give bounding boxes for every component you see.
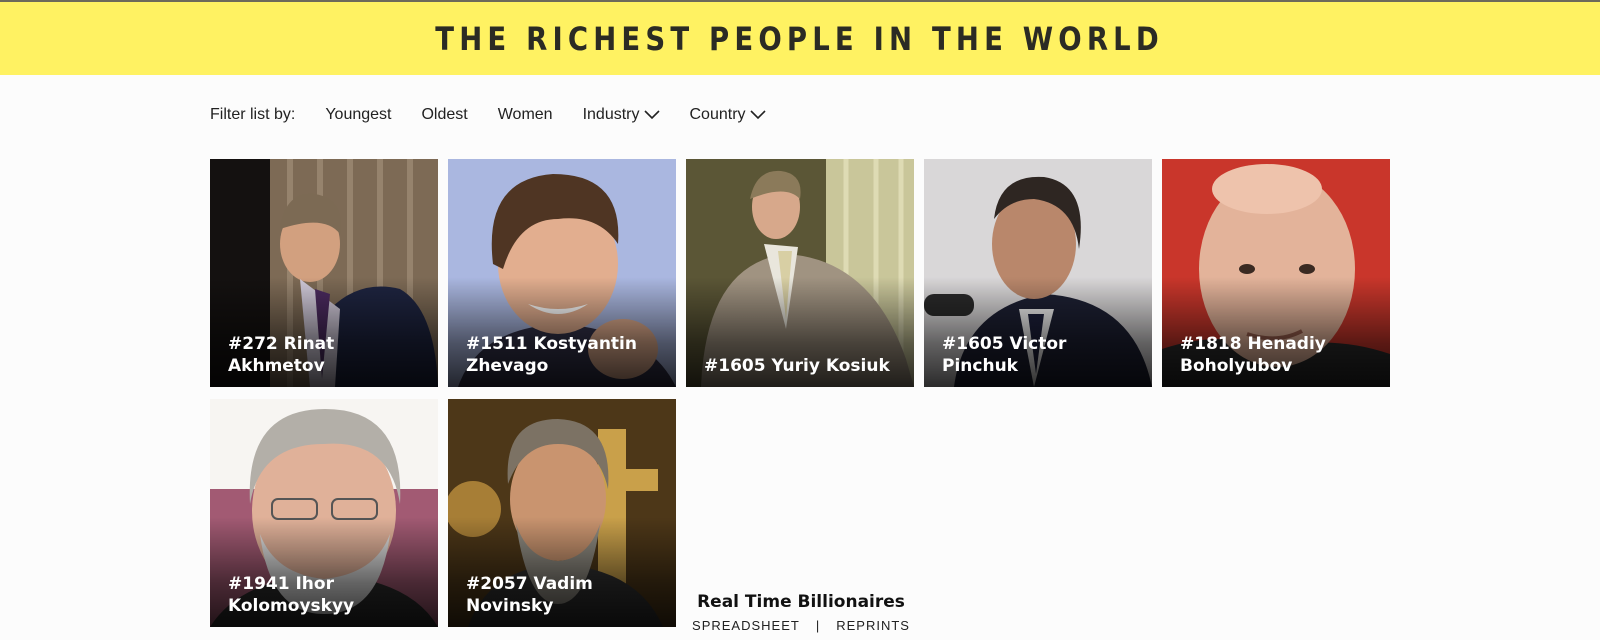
- billionaire-card[interactable]: #2057 Vadim Novinsky: [448, 399, 676, 627]
- filter-youngest-label: Youngest: [325, 106, 392, 123]
- filter-women-label: Women: [497, 106, 553, 123]
- billionaire-card[interactable]: #1605 Victor Pinchuk: [924, 159, 1152, 387]
- billionaire-name: #1511 Kostyantin Zhevago: [466, 334, 637, 376]
- spreadsheet-link[interactable]: SPREADSHEET: [692, 618, 800, 633]
- filter-country-dropdown[interactable]: Country: [690, 106, 766, 124]
- chevron-down-icon: [643, 110, 660, 120]
- link-separator: |: [815, 618, 821, 633]
- filter-bar: Filter list by: Youngest Oldest Women In…: [210, 103, 796, 127]
- billionaire-name: #1818 Henadiy Boholyubov: [1180, 334, 1326, 376]
- page-title: THE RICHEST PEOPLE IN THE WORLD: [435, 19, 1165, 58]
- filter-oldest-label: Oldest: [421, 106, 468, 123]
- billionaire-name: #272 Rinat Akhmetov: [228, 334, 335, 376]
- billionaire-name: #1941 Ihor Kolomoyskyy: [228, 574, 355, 616]
- billionaire-card[interactable]: #1818 Henadiy Boholyubov: [1162, 159, 1390, 387]
- filter-industry-dropdown[interactable]: Industry: [583, 106, 660, 124]
- filter-industry-label: Industry: [582, 106, 640, 123]
- footer-block: Real Time Billionaires SPREADSHEET | REP…: [690, 592, 912, 633]
- billionaire-card[interactable]: #1941 Ihor Kolomoyskyy: [210, 399, 438, 627]
- filter-oldest[interactable]: Oldest: [421, 106, 467, 124]
- chevron-down-icon: [749, 110, 766, 120]
- billionaire-name: #1605 Victor Pinchuk: [942, 334, 1067, 376]
- billionaire-name: #2057 Vadim Novinsky: [466, 574, 593, 616]
- filter-women[interactable]: Women: [498, 106, 553, 124]
- header-banner: THE RICHEST PEOPLE IN THE WORLD: [0, 2, 1600, 75]
- billionaire-card[interactable]: #1605 Yuriy Kosiuk: [686, 159, 914, 387]
- billionaire-name: #1605 Yuriy Kosiuk: [704, 356, 890, 376]
- filter-youngest[interactable]: Youngest: [325, 106, 391, 124]
- billionaire-card[interactable]: #272 Rinat Akhmetov: [210, 159, 438, 387]
- filter-label: Filter list by:: [210, 106, 296, 123]
- footer-links: SPREADSHEET | REPRINTS: [690, 618, 912, 633]
- reprints-link[interactable]: REPRINTS: [836, 618, 910, 633]
- footer-title: Real Time Billionaires: [697, 592, 905, 612]
- filter-country-label: Country: [689, 106, 746, 123]
- billionaire-card[interactable]: #1511 Kostyantin Zhevago: [448, 159, 676, 387]
